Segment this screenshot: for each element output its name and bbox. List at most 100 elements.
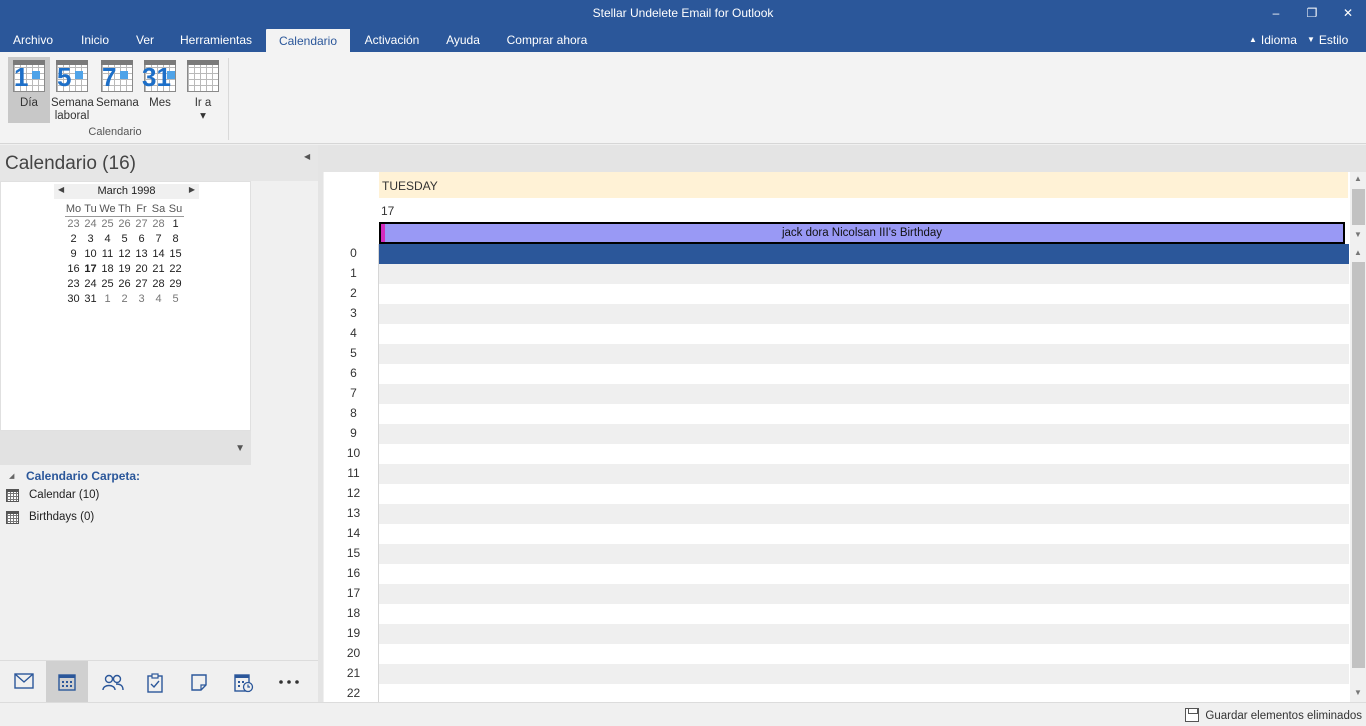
month-view-button[interactable]: 31 Mes bbox=[139, 57, 181, 123]
scroll-up-icon[interactable]: ▲ bbox=[1350, 246, 1366, 260]
mini-calendar-day[interactable]: 26 bbox=[116, 276, 133, 291]
day-view-button[interactable]: 1 Día bbox=[8, 57, 50, 123]
mini-calendar-day[interactable]: 16 bbox=[65, 261, 82, 276]
scroll-up-icon[interactable]: ▲ bbox=[1350, 172, 1366, 186]
restore-button[interactable]: ❐ bbox=[1298, 4, 1326, 22]
hours-scrollbar[interactable]: ▲ ▼ bbox=[1350, 244, 1366, 702]
menu-calendario[interactable]: Calendario bbox=[266, 29, 350, 53]
mini-calendar-day[interactable]: 29 bbox=[167, 276, 184, 291]
time-slot[interactable] bbox=[379, 404, 1349, 424]
mini-calendar-day[interactable]: 6 bbox=[133, 231, 150, 246]
mini-calendar-day[interactable]: 30 bbox=[65, 291, 82, 306]
time-slot[interactable] bbox=[379, 264, 1349, 284]
mini-calendar-day[interactable]: 3 bbox=[133, 291, 150, 306]
time-slot[interactable] bbox=[379, 304, 1349, 324]
mini-calendar-day[interactable]: 2 bbox=[65, 231, 82, 246]
mini-calendar-day[interactable]: 23 bbox=[65, 216, 82, 231]
expand-triangle-icon[interactable]: ◢ bbox=[9, 472, 14, 480]
mini-calendar-day[interactable]: 14 bbox=[150, 246, 167, 261]
mini-calendar-day[interactable]: 23 bbox=[65, 276, 82, 291]
time-slot[interactable] bbox=[379, 444, 1349, 464]
mini-calendar-day[interactable]: 18 bbox=[99, 261, 116, 276]
mini-calendar-day[interactable]: 4 bbox=[150, 291, 167, 306]
mini-calendar-day[interactable]: 27 bbox=[133, 276, 150, 291]
close-button[interactable]: ✕ bbox=[1334, 4, 1362, 22]
time-slot[interactable] bbox=[379, 684, 1349, 702]
time-slot[interactable] bbox=[379, 284, 1349, 304]
nav-tasks[interactable] bbox=[134, 661, 176, 703]
scroll-thumb[interactable] bbox=[1352, 189, 1365, 225]
panel-dropdown[interactable]: ▼ bbox=[0, 431, 251, 465]
mini-calendar-day[interactable]: 21 bbox=[150, 261, 167, 276]
time-slot[interactable] bbox=[379, 244, 1349, 264]
mini-calendar-day[interactable]: 2 bbox=[116, 291, 133, 306]
mini-calendar-day[interactable]: 7 bbox=[150, 231, 167, 246]
menu-comprar-ahora[interactable]: Comprar ahora bbox=[492, 28, 602, 52]
mini-calendar-day[interactable]: 19 bbox=[116, 261, 133, 276]
time-slot[interactable] bbox=[379, 564, 1349, 584]
all-day-event[interactable]: jack dora Nicolsan III's Birthday bbox=[379, 222, 1345, 244]
time-slot[interactable] bbox=[379, 544, 1349, 564]
nav-calendar[interactable] bbox=[46, 661, 88, 703]
nav-more[interactable] bbox=[266, 661, 308, 703]
mini-calendar-day[interactable]: 15 bbox=[167, 246, 184, 261]
folder-item-calendar[interactable]: Calendar (10) bbox=[0, 487, 300, 507]
time-slot[interactable] bbox=[379, 524, 1349, 544]
mini-calendar-day[interactable]: 5 bbox=[167, 291, 184, 306]
goto-button[interactable]: Ir a ▾ bbox=[182, 57, 224, 123]
mini-calendar-day[interactable]: 24 bbox=[82, 216, 99, 231]
time-slot[interactable] bbox=[379, 484, 1349, 504]
mini-calendar-day[interactable]: 12 bbox=[116, 246, 133, 261]
mini-calendar-day[interactable]: 20 bbox=[133, 261, 150, 276]
menu-ver[interactable]: Ver bbox=[124, 28, 166, 52]
time-slot[interactable] bbox=[379, 624, 1349, 644]
time-slot[interactable] bbox=[379, 584, 1349, 604]
mini-calendar-day[interactable]: 17 bbox=[82, 261, 99, 276]
mini-calendar-day[interactable]: 25 bbox=[99, 276, 116, 291]
save-deleted-items-button[interactable]: Guardar elementos eliminados bbox=[1185, 707, 1362, 725]
menu-archivo[interactable]: Archivo bbox=[0, 28, 66, 52]
mini-calendar-day[interactable]: 1 bbox=[167, 216, 184, 231]
mini-calendar-day[interactable]: 8 bbox=[167, 231, 184, 246]
week-view-button[interactable]: 7 Semana bbox=[96, 57, 139, 123]
folder-item-birthdays[interactable]: Birthdays (0) bbox=[0, 509, 300, 529]
mini-calendar-day[interactable]: 9 bbox=[65, 246, 82, 261]
next-month-icon[interactable]: ▶ bbox=[189, 185, 195, 194]
time-slot[interactable] bbox=[379, 364, 1349, 384]
minimize-button[interactable]: – bbox=[1262, 4, 1290, 22]
workweek-view-button[interactable]: 5 Semana laboral bbox=[51, 57, 94, 123]
mini-calendar-day[interactable]: 27 bbox=[133, 216, 150, 231]
mini-calendar-day[interactable]: 28 bbox=[150, 216, 167, 231]
scroll-down-icon[interactable]: ▼ bbox=[1350, 228, 1366, 242]
language-menu[interactable]: ▲ Idioma bbox=[1249, 28, 1297, 52]
time-slot[interactable] bbox=[379, 464, 1349, 484]
menu-inicio[interactable]: Inicio bbox=[66, 28, 124, 52]
time-slot[interactable] bbox=[379, 384, 1349, 404]
menu-ayuda[interactable]: Ayuda bbox=[434, 28, 492, 52]
menu-activacion[interactable]: Activación bbox=[350, 28, 434, 52]
mini-calendar-day[interactable]: 24 bbox=[82, 276, 99, 291]
scroll-thumb[interactable] bbox=[1352, 262, 1365, 668]
style-menu[interactable]: ▼ Estilo bbox=[1307, 28, 1348, 52]
mini-calendar-day[interactable]: 31 bbox=[82, 291, 99, 306]
time-slot[interactable] bbox=[379, 644, 1349, 664]
time-slot[interactable] bbox=[379, 424, 1349, 444]
scroll-down-icon[interactable]: ▼ bbox=[1350, 686, 1366, 700]
mini-calendar-day[interactable]: 3 bbox=[82, 231, 99, 246]
mini-calendar-day[interactable]: 22 bbox=[167, 261, 184, 276]
mini-calendar-day[interactable]: 26 bbox=[116, 216, 133, 231]
mini-calendar-day[interactable]: 10 bbox=[82, 246, 99, 261]
allday-scrollbar[interactable]: ▲ ▼ bbox=[1350, 172, 1366, 244]
mini-calendar-day[interactable]: 11 bbox=[99, 246, 116, 261]
nav-journal[interactable] bbox=[222, 661, 264, 703]
mini-calendar-day[interactable]: 13 bbox=[133, 246, 150, 261]
time-slot[interactable] bbox=[379, 604, 1349, 624]
collapse-panel-icon[interactable]: ◀ bbox=[304, 152, 310, 161]
nav-notes[interactable] bbox=[178, 661, 220, 703]
time-slot[interactable] bbox=[379, 664, 1349, 684]
mini-calendar-day[interactable]: 25 bbox=[99, 216, 116, 231]
time-slot[interactable] bbox=[379, 324, 1349, 344]
nav-people[interactable] bbox=[90, 661, 132, 703]
mini-calendar-day[interactable]: 4 bbox=[99, 231, 116, 246]
nav-mail[interactable] bbox=[2, 661, 44, 703]
